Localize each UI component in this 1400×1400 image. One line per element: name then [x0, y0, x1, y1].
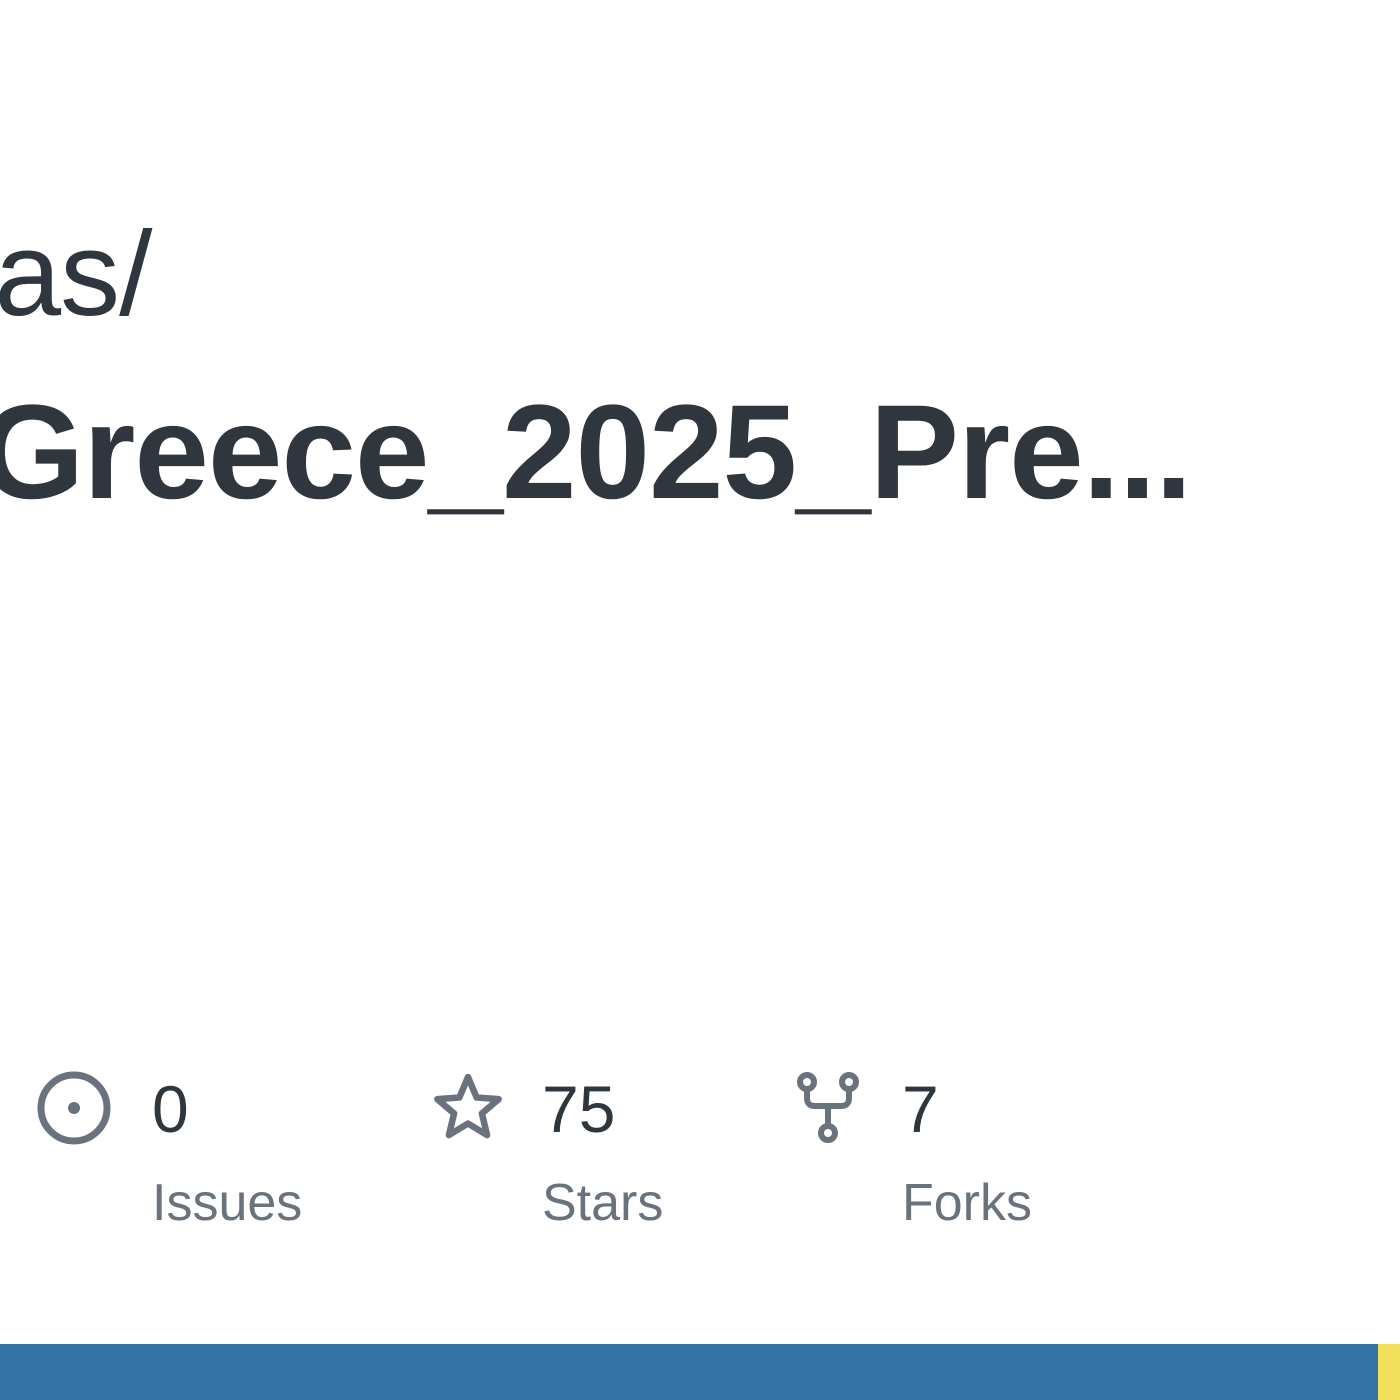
language-bar-segment — [1377, 1344, 1400, 1400]
repo-name[interactable]: Greece_2025_Pre... — [0, 386, 1192, 520]
stars-count: 75 — [542, 1072, 616, 1146]
stars-label: Stars — [542, 1174, 664, 1232]
issues-label: Issues — [152, 1174, 303, 1232]
issue-opened-icon — [36, 1070, 112, 1146]
forks-count: 7 — [902, 1072, 939, 1146]
repo-forked-icon — [792, 1070, 868, 1146]
repo-owner[interactable]: tas/ — [0, 214, 152, 334]
language-bar — [0, 1344, 1400, 1400]
forks-label: Forks — [902, 1174, 1032, 1232]
issues-count: 0 — [152, 1072, 189, 1146]
language-bar-segment — [0, 1344, 1378, 1400]
star-icon — [430, 1070, 506, 1146]
